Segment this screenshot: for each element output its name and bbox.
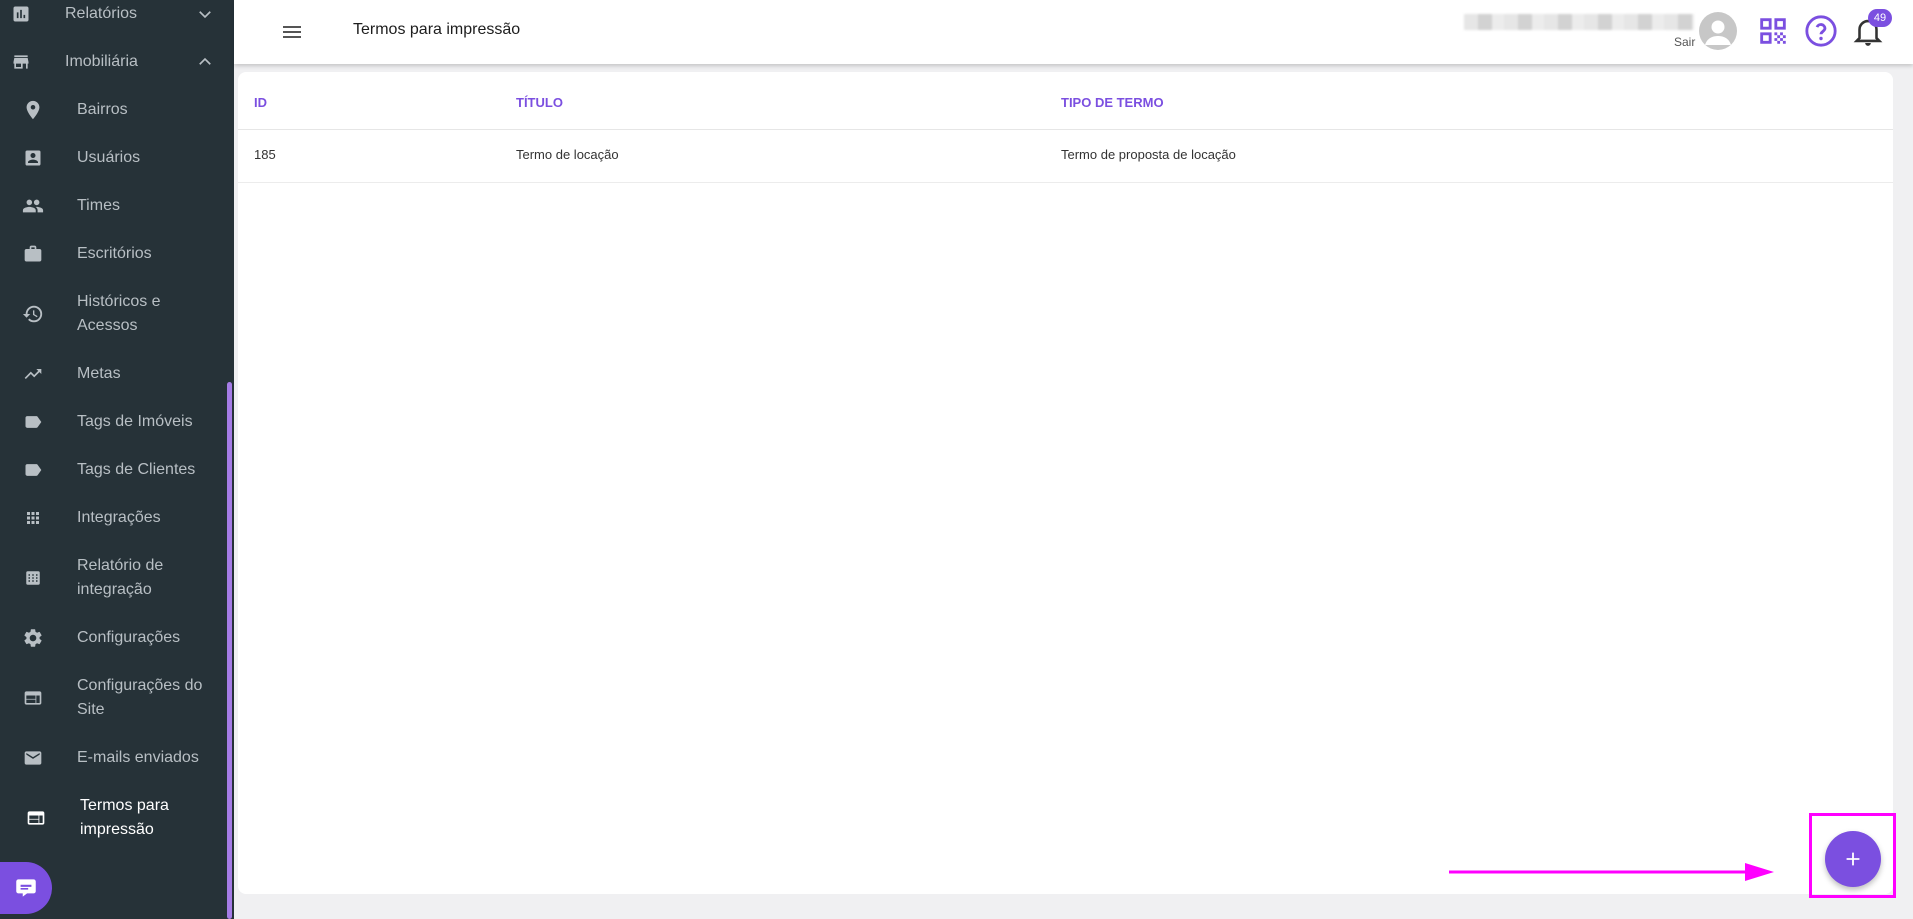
sidebar-item-configuracoes[interactable]: Configurações: [0, 626, 234, 650]
hamburger-menu-icon[interactable]: [280, 20, 304, 44]
sidebar-item-label: Escritórios: [77, 245, 152, 262]
web-window-icon: [24, 806, 48, 830]
sidebar-item-label: Imobiliária: [65, 53, 138, 70]
column-header-id[interactable]: ID: [254, 95, 267, 110]
sidebar-item-relatorio-integracao[interactable]: Relatório de integração: [0, 554, 234, 602]
gear-icon: [21, 626, 45, 650]
sidebar-item-metas[interactable]: Metas: [0, 362, 234, 386]
sidebar-item-label: Relatórios: [65, 5, 138, 22]
column-header-titulo[interactable]: TÍTULO: [516, 95, 563, 110]
avatar[interactable]: [1699, 12, 1737, 50]
user-name-redacted: [1464, 14, 1694, 30]
sidebar-item-escritorios[interactable]: Escritórios: [0, 242, 234, 266]
history-icon: [21, 302, 45, 326]
sidebar-item-usuarios[interactable]: Usuários: [0, 146, 234, 170]
user-avatar-icon: [1705, 20, 1731, 45]
sidebar-item-label: Times: [77, 197, 120, 214]
sidebar-item-label: Bairros: [77, 101, 128, 118]
trending-up-icon: [21, 362, 45, 386]
sidebar-item-integracoes[interactable]: Integrações: [0, 506, 234, 530]
annotation-arrow: [1449, 863, 1774, 881]
plus-icon: [1846, 852, 1860, 866]
location-pin-icon: [21, 98, 45, 122]
terms-table-card: ID TÍTULO TIPO DE TERMO 185 Termo de loc…: [238, 72, 1893, 894]
cell-title: Termo de locação: [516, 147, 619, 162]
page-title: Termos para impressão: [353, 21, 521, 38]
calendar-grid-icon: [21, 566, 45, 590]
cell-id: 185: [254, 147, 276, 162]
mail-icon: [21, 746, 45, 770]
chat-icon: [16, 879, 36, 897]
help-icon[interactable]: [1804, 14, 1838, 48]
sidebar-item-configuracoes-site[interactable]: Configurações do Site: [0, 674, 234, 722]
sidebar-item-bairros[interactable]: Bairros: [0, 98, 234, 122]
apps-grid-icon: [21, 506, 45, 530]
web-window-icon: [21, 686, 45, 710]
bar-chart-icon: [9, 2, 33, 26]
logout-link[interactable]: Sair: [1674, 35, 1695, 49]
tag-icon: [21, 410, 45, 434]
sidebar-item-label: E-mails enviados: [77, 749, 199, 766]
chat-button[interactable]: [0, 862, 52, 914]
sidebar-item-tags-imoveis[interactable]: Tags de Imóveis: [0, 410, 234, 434]
people-icon: [21, 194, 45, 218]
sidebar-item-label: Usuários: [77, 149, 141, 166]
sidebar-item-label: Históricos e Acessos: [77, 293, 161, 334]
sidebar-item-times[interactable]: Times: [0, 194, 234, 218]
sidebar: Relatórios Imobiliária Bairros Usuários …: [0, 0, 234, 919]
cell-type: Termo de proposta de locação: [1061, 147, 1236, 162]
contact-card-icon: [21, 146, 45, 170]
notification-count-badge: 49: [1868, 9, 1892, 27]
column-header-tipo[interactable]: TIPO DE TERMO: [1061, 95, 1164, 110]
sidebar-scrollbar[interactable]: [227, 382, 232, 919]
chevron-up-icon: [199, 57, 211, 65]
sidebar-item-relatorios[interactable]: Relatórios: [0, 2, 234, 26]
store-icon: [9, 50, 33, 74]
sidebar-item-termos-impressao[interactable]: Termos para impressão: [0, 794, 234, 842]
sidebar-item-label: Metas: [77, 365, 121, 382]
sidebar-item-imobiliaria[interactable]: Imobiliária: [0, 50, 234, 74]
sidebar-item-label: Configurações: [77, 629, 181, 646]
qr-code-icon[interactable]: [1756, 14, 1790, 48]
sidebar-item-label: Integrações: [77, 509, 161, 526]
chevron-down-icon: [199, 11, 211, 19]
table-row[interactable]: 185 Termo de locação Termo de proposta d…: [238, 130, 1893, 183]
sidebar-item-label: Relatório de integração: [77, 557, 164, 598]
tag-icon: [21, 458, 45, 482]
sidebar-item-label: Configurações do Site: [77, 677, 203, 718]
sidebar-item-tags-clientes[interactable]: Tags de Clientes: [0, 458, 234, 482]
sidebar-item-label: Tags de Imóveis: [77, 413, 193, 430]
briefcase-icon: [21, 242, 45, 266]
sidebar-item-emails-enviados[interactable]: E-mails enviados: [0, 746, 234, 770]
sidebar-item-historicos[interactable]: Históricos e Acessos: [0, 290, 234, 338]
add-term-button[interactable]: [1825, 831, 1881, 887]
sidebar-item-label: Termos para impressão: [80, 797, 169, 838]
sidebar-item-label: Tags de Clientes: [77, 461, 196, 478]
top-bar: Termos para impressão Sair 49: [234, 0, 1913, 64]
